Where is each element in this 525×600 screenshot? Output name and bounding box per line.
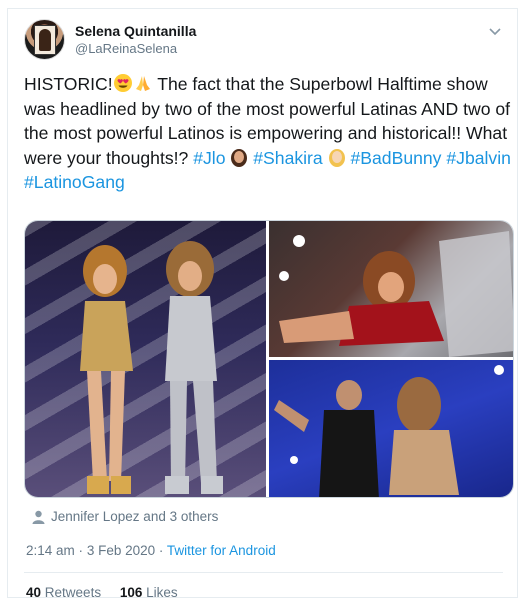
photo-performer-blue-stage[interactable] [269, 360, 513, 497]
heart-eyes-emoji [113, 74, 132, 92]
media-grid [24, 220, 514, 498]
woman-blonde-emoji [328, 148, 345, 167]
tweet-time[interactable]: 2:14 am [26, 543, 75, 558]
hashtag-link[interactable]: #Shakira [253, 148, 322, 168]
hashtag-link[interactable]: #BadBunny [351, 148, 442, 168]
woman-emoji [231, 148, 248, 167]
photo-performers-on-stage[interactable] [25, 221, 266, 497]
praying-hands-emoji [135, 76, 150, 91]
tweet-source-link[interactable]: Twitter for Android [167, 543, 276, 558]
hashtag-link[interactable]: #Jbalvin [446, 148, 511, 168]
chevron-down-icon[interactable] [487, 23, 503, 39]
hashtag-link[interactable]: #LatinoGang [24, 172, 125, 192]
tweet-meta: 2:14 am · 3 Feb 2020 · Twitter for Andro… [26, 543, 276, 558]
likes-label: Likes [146, 585, 178, 600]
retweets-count: 40 [26, 585, 42, 600]
meta-separator: · [78, 543, 84, 558]
dancer-illustration [279, 231, 513, 357]
performers-illustration [80, 241, 223, 494]
retweets-stat[interactable]: 40 Retweets [26, 585, 101, 600]
author-names[interactable]: Selena Quintanilla @LaReinaSelena [75, 23, 196, 58]
tweet-stats: 40 Retweets 106 Likes [26, 585, 178, 600]
avatar[interactable] [24, 19, 65, 60]
hashtag-link[interactable]: #Jlo [193, 148, 225, 168]
likes-count: 106 [119, 585, 143, 600]
person-icon [32, 510, 45, 524]
tweet-header: Selena Quintanilla @LaReinaSelena [24, 19, 503, 67]
likers-text[interactable]: Jennifer Lopez and 3 others [51, 509, 218, 524]
photo-dancer-red-outfit[interactable] [269, 221, 513, 357]
likers-row[interactable]: Jennifer Lopez and 3 others [32, 509, 218, 524]
author-handle[interactable]: @LaReinaSelena [75, 40, 196, 58]
retweets-label: Retweets [44, 585, 102, 600]
meta-separator: · [158, 543, 164, 558]
stage-illustration [274, 365, 504, 497]
tweet-card: Selena Quintanilla @LaReinaSelena HISTOR… [7, 8, 518, 600]
author-display-name[interactable]: Selena Quintanilla [75, 23, 196, 40]
tweet-text-part: HISTORIC! [24, 74, 113, 94]
tweet-text: HISTORIC! The fact that the Superbowl Ha… [24, 72, 512, 195]
tweet-date[interactable]: 3 Feb 2020 [87, 543, 155, 558]
likes-stat[interactable]: 106 Likes [120, 585, 178, 600]
divider [24, 572, 503, 573]
